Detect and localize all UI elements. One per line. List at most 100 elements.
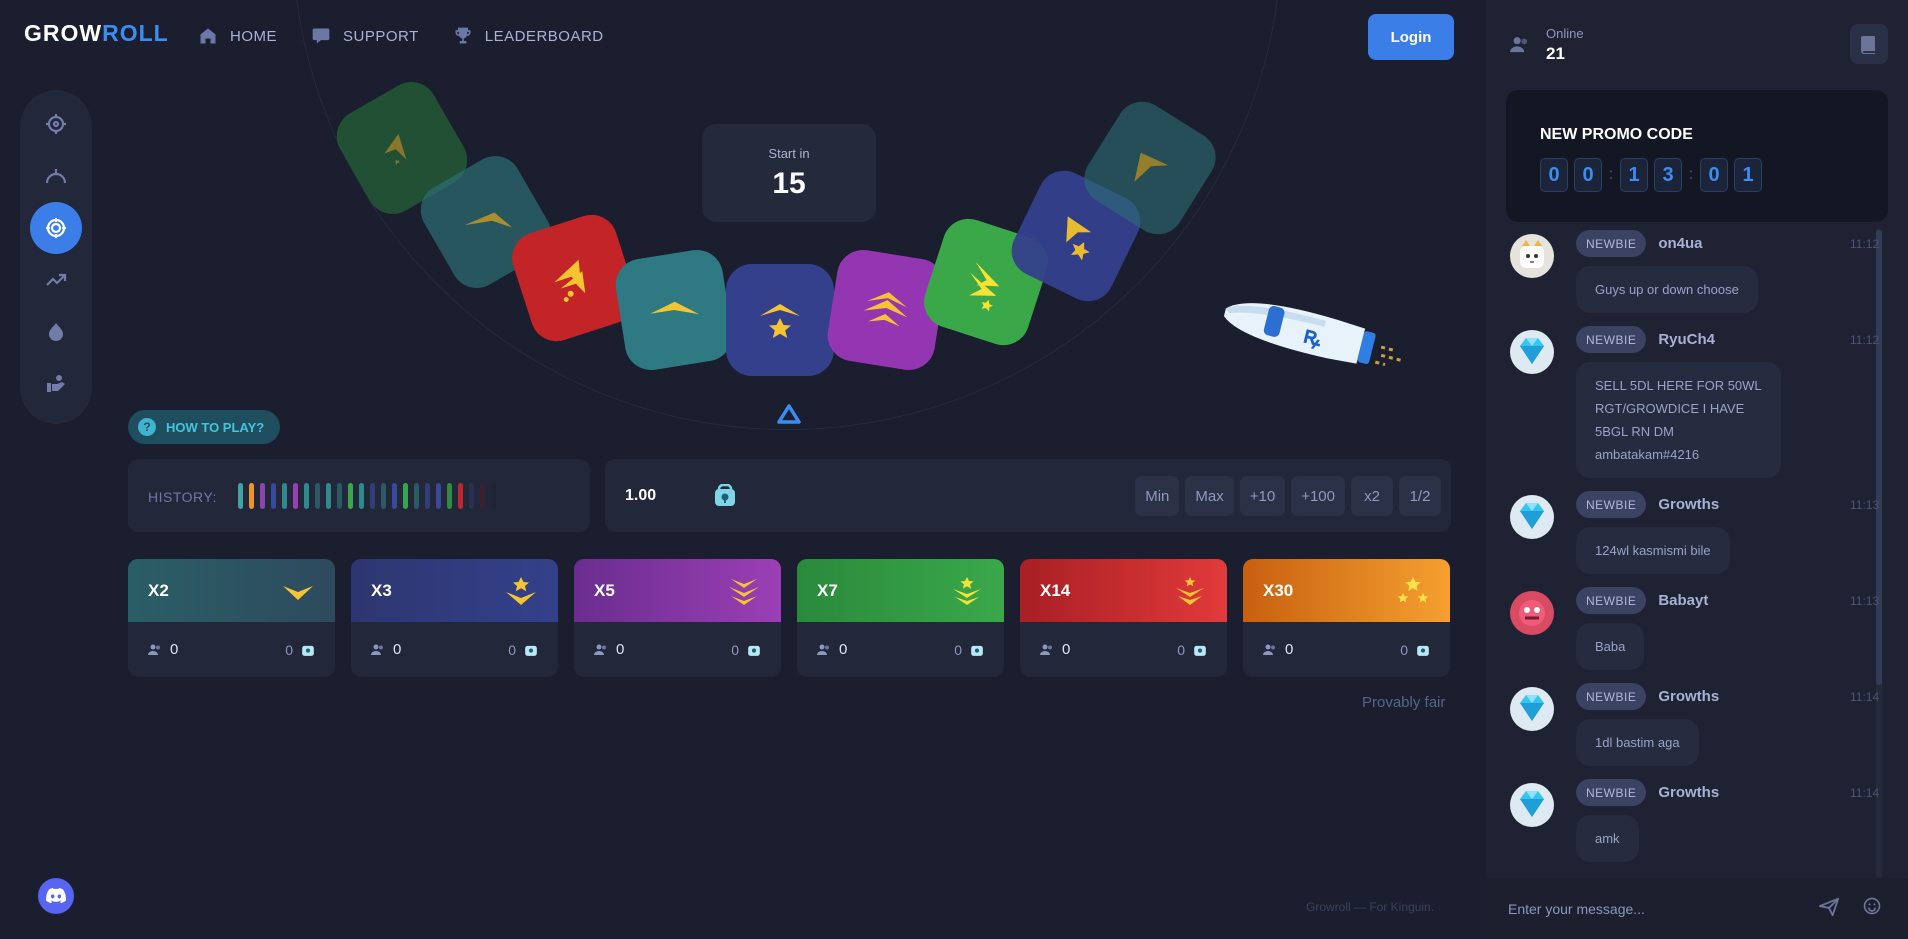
card-footer: 0 0 (574, 622, 781, 677)
chevron-stars-icon (953, 576, 981, 605)
triangle-pointer-icon (777, 404, 801, 424)
bet-plus100-button[interactable]: +100 (1291, 476, 1345, 516)
chevron-star-icon (1066, 216, 1092, 261)
growroll-logo[interactable]: GROWROLL (24, 20, 169, 47)
message-header: NEWBIE RyuCh4 (1576, 326, 1715, 353)
history-bar (458, 483, 463, 509)
bet-amount-input[interactable] (625, 479, 705, 513)
nav-home-label: HOME (230, 27, 277, 45)
chat-rules-button[interactable] (1850, 24, 1888, 64)
rank-badge: NEWBIE (1576, 779, 1647, 806)
chat-messages: NEWBIE on4ua 11:12 Guys up or down choos… (1486, 228, 1886, 878)
sidebar-item-affiliates[interactable] (30, 358, 82, 410)
card-users-count: 0 (170, 641, 179, 658)
card-users-count: 0 (839, 641, 848, 658)
countdown-box: Start in 15 (702, 124, 876, 222)
chat-composer (1486, 878, 1908, 939)
bet-max-button[interactable]: Max (1185, 476, 1234, 516)
card-amount: 0 (285, 642, 315, 658)
discord-button[interactable] (38, 878, 74, 914)
sidebar-item-crash[interactable] (30, 150, 82, 202)
message-line: SELL 5DL HERE FOR 50WL (1595, 378, 1762, 393)
diamond-avatar[interactable] (1510, 687, 1554, 731)
cat-avatar[interactable] (1510, 234, 1554, 278)
multiplier-card-x2[interactable]: X2 0 0 (128, 559, 335, 677)
card-multiplier-label: X2 (148, 580, 169, 600)
users-icon (1510, 37, 1528, 53)
sidebar-item-crosshair[interactable] (30, 98, 82, 150)
history-bar (469, 483, 474, 509)
card-amount-value: 0 (1177, 641, 1185, 658)
sidebar-item-mines[interactable] (30, 306, 82, 358)
bet-plus10-button[interactable]: +10 (1239, 476, 1286, 516)
promo-digit: 0 (1540, 158, 1568, 192)
promo-digit: 0 (1700, 158, 1728, 192)
username[interactable]: Babayt (1658, 592, 1708, 609)
history-bar (414, 483, 419, 509)
multiplier-card-x30[interactable]: X30 0 0 (1243, 559, 1450, 677)
users-icon (1263, 644, 1275, 655)
footer-note: Growroll — For Kinguin. (1306, 900, 1435, 914)
bet-half-button[interactable]: 1/2 (1399, 476, 1441, 516)
history-bar (480, 483, 485, 509)
chat-panel: Online 21 NEW PROMO CODE 0 0 : 1 3 : 0 1… (1486, 0, 1908, 939)
username[interactable]: Growths (1658, 496, 1719, 513)
multiplier-card-x5[interactable]: X5 0 0 (574, 559, 781, 677)
monster-avatar[interactable] (1510, 591, 1554, 635)
message-bubble: Baba (1576, 623, 1645, 670)
username[interactable]: Growths (1658, 688, 1719, 705)
sidebar-item-trends[interactable] (30, 254, 82, 306)
multiplier-cards: X2 0 0 X3 0 0 X5 0 0 X7 0 0 X14 0 0 X30 … (128, 559, 1450, 677)
diamond-avatar[interactable] (1510, 330, 1554, 374)
multiplier-card-x7[interactable]: X7 0 0 (797, 559, 1004, 677)
rank-badge: NEWBIE (1576, 683, 1647, 710)
history-bar (403, 483, 408, 509)
chevron-icon (283, 585, 313, 600)
nav-home[interactable]: HOME (198, 26, 277, 46)
rank-badge: NEWBIE (1576, 491, 1647, 518)
bet-panel: Min Max +10 +100 x2 1/2 (605, 459, 1451, 532)
history-bar (370, 483, 375, 509)
provably-fair-link[interactable]: Provably fair (1362, 694, 1445, 711)
username[interactable]: RyuCh4 (1658, 331, 1715, 348)
message-line: Guys up or down choose (1595, 282, 1739, 297)
card-footer: 0 0 (1243, 622, 1450, 677)
bet-quick-actions: Min Max +10 +100 x2 1/2 (1135, 476, 1441, 516)
username[interactable]: Growths (1658, 784, 1719, 801)
chat-message-input[interactable] (1508, 896, 1808, 922)
game-sidebar (20, 90, 92, 424)
world-lock-icon (1194, 645, 1206, 656)
message-header: NEWBIE on4ua (1576, 230, 1703, 257)
promo-digit: 0 (1574, 158, 1602, 192)
multiplier-card-x3[interactable]: X3 0 0 (351, 559, 558, 677)
chevron-three-stars-icon (1176, 576, 1204, 605)
username[interactable]: on4ua (1658, 235, 1702, 252)
diamond-avatar[interactable] (1510, 495, 1554, 539)
message-bubble: 1dl bastim aga (1576, 719, 1699, 766)
message-bubble: 124wl kasmismi bile (1576, 527, 1730, 574)
sidebar-item-roulette[interactable] (30, 202, 82, 254)
discord-icon (46, 888, 66, 904)
smiley-icon (1863, 897, 1881, 915)
card-header: X5 (574, 559, 781, 622)
card-users-count: 0 (1062, 641, 1071, 658)
card-users-count: 0 (393, 641, 402, 658)
affiliate-icon (47, 375, 65, 392)
message-line: 5BGL RN DM (1595, 424, 1674, 439)
how-to-play-button[interactable]: ? HOW TO PLAY? (128, 410, 281, 444)
send-button[interactable] (1818, 896, 1840, 923)
message-line: 124wl kasmismi bile (1595, 543, 1711, 558)
emoji-button[interactable] (1862, 896, 1882, 921)
login-button[interactable]: Login (1368, 14, 1454, 60)
history-bar (293, 483, 298, 509)
message-time: 11:14 (1850, 786, 1880, 800)
bet-min-button[interactable]: Min (1135, 476, 1180, 516)
diamond-avatar[interactable] (1510, 783, 1554, 827)
promo-separator: : (1688, 166, 1694, 183)
rank-badge: NEWBIE (1576, 230, 1647, 257)
card-multiplier-label: X30 (1263, 580, 1294, 600)
bet-double-button[interactable]: x2 (1351, 476, 1393, 516)
multiplier-card-x14[interactable]: X14 0 0 (1020, 559, 1227, 677)
online-counter: Online 21 (1510, 26, 1584, 64)
wheel-tile (611, 246, 737, 374)
